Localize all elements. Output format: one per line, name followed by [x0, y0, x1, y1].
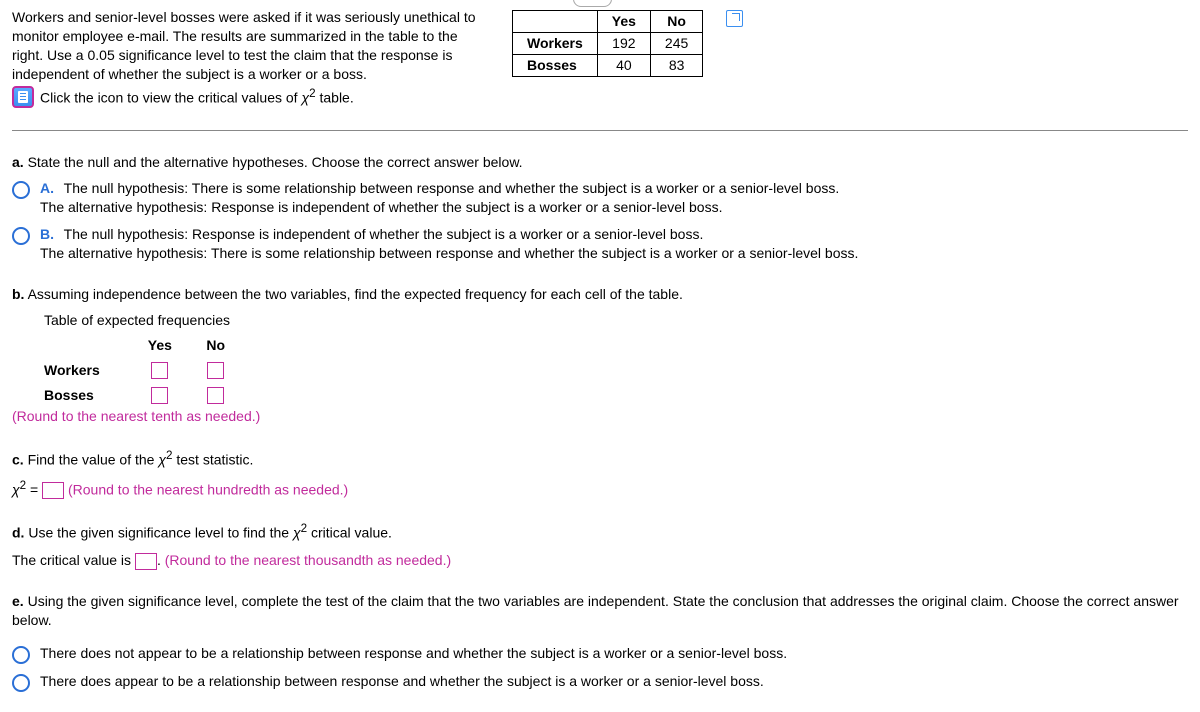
ellipsis-icon[interactable]: •••: [573, 0, 612, 7]
cell-workers-no: 245: [650, 32, 702, 54]
optB-line2: The alternative hypothesis: There is som…: [40, 245, 858, 261]
d-prefix: d.: [12, 525, 24, 541]
d-prompt-post: critical value.: [307, 525, 392, 541]
d-line-pre: The critical value is: [12, 552, 135, 568]
b-prompt: Assuming independence between the two va…: [24, 286, 682, 302]
radio-a-optA[interactable]: [12, 181, 30, 199]
chi-symbol-c: χ: [158, 452, 166, 468]
cell-bosses-yes: 40: [597, 54, 650, 76]
e-prompt: Using the given significance level, comp…: [12, 593, 1179, 628]
exp-caption: Table of expected frequencies: [44, 308, 254, 333]
exp-col-no: No: [201, 333, 254, 358]
observed-table: Yes No Workers 192 245 Bosses 40 83: [512, 10, 703, 77]
row-bosses: Bosses: [513, 54, 598, 76]
cell-bosses-no: 83: [650, 54, 702, 76]
link-post: table.: [316, 89, 354, 105]
c-eq: =: [26, 482, 42, 498]
col-no: No: [650, 11, 702, 33]
exp-col-yes: Yes: [142, 333, 201, 358]
input-exp-workers-no[interactable]: [207, 362, 224, 379]
input-exp-workers-yes[interactable]: [151, 362, 168, 379]
input-chi-square[interactable]: [42, 482, 64, 499]
c-prompt-pre: Find the value of the: [24, 452, 159, 468]
input-critical-value[interactable]: [135, 553, 157, 570]
exp-row-workers: Workers: [44, 358, 142, 383]
chi-symbol-d: χ: [293, 525, 301, 541]
e-opt2: There does appear to be a relationship b…: [40, 672, 764, 691]
part-e: e. Using the given significance level, c…: [12, 592, 1188, 692]
part-b: b. Assuming independence between the two…: [12, 285, 1188, 426]
radio-e-opt1[interactable]: [12, 646, 30, 664]
e-prefix: e.: [12, 593, 24, 609]
part-c: c. Find the value of the χ2 test statist…: [12, 448, 1188, 499]
d-round-note: (Round to the nearest thousandth as need…: [165, 552, 451, 568]
chi-table-link[interactable]: Click the icon to view the critical valu…: [40, 86, 354, 108]
chi-symbol: χ: [301, 89, 309, 105]
problem-intro: Workers and senior-level bosses were ask…: [12, 9, 476, 82]
col-yes: Yes: [597, 11, 650, 33]
divider: [12, 130, 1188, 131]
b-round-note: (Round to the nearest tenth as needed.): [12, 407, 1188, 426]
chi-square-table-icon[interactable]: [12, 86, 34, 108]
popup-icon[interactable]: [726, 10, 743, 27]
input-exp-bosses-yes[interactable]: [151, 387, 168, 404]
optA-line1: The null hypothesis: There is some relat…: [64, 180, 840, 196]
optB-label: B.: [40, 226, 54, 242]
input-exp-bosses-no[interactable]: [207, 387, 224, 404]
a-prefix: a.: [12, 154, 24, 170]
link-pre: Click the icon to view the critical valu…: [40, 89, 301, 105]
optB-line1: The null hypothesis: Response is indepen…: [64, 226, 704, 242]
chi-symbol-eq: χ: [12, 482, 20, 498]
c-prompt-post: test statistic.: [172, 452, 253, 468]
d-prompt-pre: Use the given significance level to find…: [24, 525, 293, 541]
cell-workers-yes: 192: [597, 32, 650, 54]
e-opt1: There does not appear to be a relationsh…: [40, 644, 787, 663]
a-prompt: State the null and the alternative hypot…: [24, 154, 523, 170]
b-prefix: b.: [12, 286, 24, 302]
part-d: d. Use the given significance level to f…: [12, 521, 1188, 569]
row-workers: Workers: [513, 32, 598, 54]
radio-e-opt2[interactable]: [12, 674, 30, 692]
radio-a-optB[interactable]: [12, 227, 30, 245]
optA-label: A.: [40, 180, 54, 196]
c-prefix: c.: [12, 452, 24, 468]
exp-row-bosses: Bosses: [44, 383, 142, 408]
expected-table: Table of expected frequencies Yes No Wor…: [44, 308, 254, 408]
d-line-post: .: [157, 552, 165, 568]
c-round-note: (Round to the nearest hundredth as neede…: [68, 482, 348, 498]
part-a: a. State the null and the alternative hy…: [12, 153, 1188, 263]
optA-line2: The alternative hypothesis: Response is …: [40, 199, 723, 215]
